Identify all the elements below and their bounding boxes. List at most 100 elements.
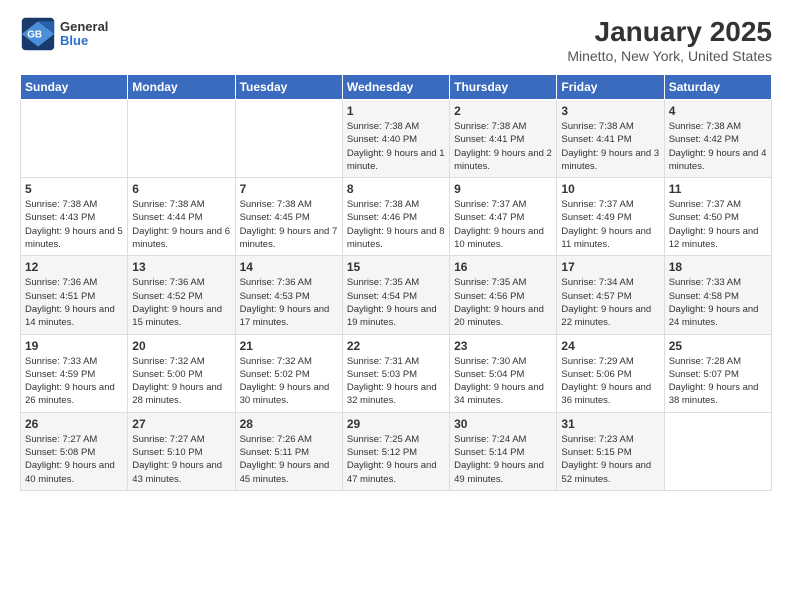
calendar-cell: 5 Sunrise: 7:38 AM Sunset: 4:43 PM Daylig… — [21, 178, 128, 256]
weekday-header: Friday — [557, 75, 664, 100]
calendar-week-row: 12 Sunrise: 7:36 AM Sunset: 4:51 PM Dayli… — [21, 256, 772, 334]
logo-text: General Blue — [60, 20, 108, 49]
calendar-cell — [128, 100, 235, 178]
day-number: 29 — [347, 417, 445, 431]
day-info: Sunrise: 7:31 AM Sunset: 5:03 PM Dayligh… — [347, 355, 445, 408]
calendar-cell: 8Sunrise: 7:38 AM Sunset: 4:46 PM Daylig… — [342, 178, 449, 256]
calendar-title: January 2025 — [567, 16, 772, 48]
day-number: 8 — [347, 182, 445, 196]
calendar-cell: 22 Sunrise: 7:31 AM Sunset: 5:03 PM Dayli… — [342, 334, 449, 412]
day-info: Sunrise: 7:38 AM Sunset: 4:41 PM Dayligh… — [561, 120, 659, 173]
day-info: Sunrise: 7:38 AM Sunset: 4:41 PM Dayligh… — [454, 120, 552, 173]
page: GB General Blue January 2025 Minetto, Ne… — [0, 0, 792, 612]
day-number: 31 — [561, 417, 659, 431]
title-block: January 2025 Minetto, New York, United S… — [567, 16, 772, 64]
calendar-cell: 11 Sunrise: 7:37 AM Sunset: 4:50 PM Dayli… — [664, 178, 771, 256]
weekday-header: Thursday — [450, 75, 557, 100]
calendar-cell: 30Sunrise: 7:24 AM Sunset: 5:14 PM Dayli… — [450, 412, 557, 490]
day-info: Sunrise: 7:38 AM Sunset: 4:42 PM Dayligh… — [669, 120, 767, 173]
weekday-header: Tuesday — [235, 75, 342, 100]
calendar-cell: 6 Sunrise: 7:38 AM Sunset: 4:44 PM Daylig… — [128, 178, 235, 256]
day-info: Sunrise: 7:34 AM Sunset: 4:57 PM Dayligh… — [561, 276, 659, 329]
day-info: Sunrise: 7:37 AM Sunset: 4:50 PM Dayligh… — [669, 198, 767, 251]
day-info: Sunrise: 7:37 AM Sunset: 4:47 PM Dayligh… — [454, 198, 552, 251]
calendar-cell: 14Sunrise: 7:36 AM Sunset: 4:53 PM Dayli… — [235, 256, 342, 334]
calendar-week-row: 1Sunrise: 7:38 AM Sunset: 4:40 PM Daylig… — [21, 100, 772, 178]
calendar-cell: 24Sunrise: 7:29 AM Sunset: 5:06 PM Dayli… — [557, 334, 664, 412]
calendar-cell: 26Sunrise: 7:27 AM Sunset: 5:08 PM Dayli… — [21, 412, 128, 490]
calendar-cell: 15Sunrise: 7:35 AM Sunset: 4:54 PM Dayli… — [342, 256, 449, 334]
day-info: Sunrise: 7:26 AM Sunset: 5:11 PM Dayligh… — [240, 433, 338, 486]
calendar-cell: 10 Sunrise: 7:37 AM Sunset: 4:49 PM Dayli… — [557, 178, 664, 256]
day-number: 11 — [669, 182, 767, 196]
weekday-header: Saturday — [664, 75, 771, 100]
day-info: Sunrise: 7:35 AM Sunset: 4:56 PM Dayligh… — [454, 276, 552, 329]
day-info: Sunrise: 7:30 AM Sunset: 5:04 PM Dayligh… — [454, 355, 552, 408]
calendar-cell: 29 Sunrise: 7:25 AM Sunset: 5:12 PM Dayli… — [342, 412, 449, 490]
day-info: Sunrise: 7:38 AM Sunset: 4:44 PM Dayligh… — [132, 198, 230, 251]
svg-text:GB: GB — [27, 30, 42, 41]
calendar-cell: 16 Sunrise: 7:35 AM Sunset: 4:56 PM Dayli… — [450, 256, 557, 334]
day-number: 6 — [132, 182, 230, 196]
day-info: Sunrise: 7:32 AM Sunset: 5:02 PM Dayligh… — [240, 355, 338, 408]
weekday-header: Sunday — [21, 75, 128, 100]
calendar-cell — [664, 412, 771, 490]
day-number: 3 — [561, 104, 659, 118]
calendar-cell: 23Sunrise: 7:30 AM Sunset: 5:04 PM Dayli… — [450, 334, 557, 412]
day-info: Sunrise: 7:38 AM Sunset: 4:45 PM Dayligh… — [240, 198, 338, 251]
header: GB General Blue January 2025 Minetto, Ne… — [20, 16, 772, 64]
calendar-cell: 1Sunrise: 7:38 AM Sunset: 4:40 PM Daylig… — [342, 100, 449, 178]
day-number: 22 — [347, 339, 445, 353]
day-info: Sunrise: 7:32 AM Sunset: 5:00 PM Dayligh… — [132, 355, 230, 408]
calendar-week-row: 5 Sunrise: 7:38 AM Sunset: 4:43 PM Daylig… — [21, 178, 772, 256]
day-info: Sunrise: 7:33 AM Sunset: 4:58 PM Dayligh… — [669, 276, 767, 329]
day-info: Sunrise: 7:23 AM Sunset: 5:15 PM Dayligh… — [561, 433, 659, 486]
day-info: Sunrise: 7:36 AM Sunset: 4:51 PM Dayligh… — [25, 276, 123, 329]
day-number: 7 — [240, 182, 338, 196]
calendar-cell: 21 Sunrise: 7:32 AM Sunset: 5:02 PM Dayli… — [235, 334, 342, 412]
calendar-cell: 17Sunrise: 7:34 AM Sunset: 4:57 PM Dayli… — [557, 256, 664, 334]
day-info: Sunrise: 7:29 AM Sunset: 5:06 PM Dayligh… — [561, 355, 659, 408]
day-info: Sunrise: 7:38 AM Sunset: 4:43 PM Dayligh… — [25, 198, 123, 251]
day-info: Sunrise: 7:33 AM Sunset: 4:59 PM Dayligh… — [25, 355, 123, 408]
calendar-cell: 25Sunrise: 7:28 AM Sunset: 5:07 PM Dayli… — [664, 334, 771, 412]
day-number: 28 — [240, 417, 338, 431]
day-number: 10 — [561, 182, 659, 196]
day-info: Sunrise: 7:25 AM Sunset: 5:12 PM Dayligh… — [347, 433, 445, 486]
day-number: 30 — [454, 417, 552, 431]
day-number: 27 — [132, 417, 230, 431]
weekday-row: SundayMondayTuesdayWednesdayThursdayFrid… — [21, 75, 772, 100]
day-number: 18 — [669, 260, 767, 274]
logo-blue: Blue — [60, 34, 108, 48]
calendar-cell: 31 Sunrise: 7:23 AM Sunset: 5:15 PM Dayli… — [557, 412, 664, 490]
weekday-header: Monday — [128, 75, 235, 100]
calendar-cell: 4 Sunrise: 7:38 AM Sunset: 4:42 PM Daylig… — [664, 100, 771, 178]
calendar-cell: 19Sunrise: 7:33 AM Sunset: 4:59 PM Dayli… — [21, 334, 128, 412]
logo: GB General Blue — [20, 16, 108, 52]
calendar-cell: 18 Sunrise: 7:33 AM Sunset: 4:58 PM Dayli… — [664, 256, 771, 334]
calendar-subtitle: Minetto, New York, United States — [567, 48, 772, 64]
day-number: 4 — [669, 104, 767, 118]
day-number: 15 — [347, 260, 445, 274]
day-info: Sunrise: 7:37 AM Sunset: 4:49 PM Dayligh… — [561, 198, 659, 251]
day-info: Sunrise: 7:28 AM Sunset: 5:07 PM Dayligh… — [669, 355, 767, 408]
day-number: 13 — [132, 260, 230, 274]
day-number: 5 — [25, 182, 123, 196]
day-number: 21 — [240, 339, 338, 353]
logo-general: General — [60, 20, 108, 34]
calendar-cell: 27 Sunrise: 7:27 AM Sunset: 5:10 PM Dayli… — [128, 412, 235, 490]
day-number: 16 — [454, 260, 552, 274]
day-number: 14 — [240, 260, 338, 274]
logo-icon: GB — [20, 16, 56, 52]
day-number: 12 — [25, 260, 123, 274]
day-info: Sunrise: 7:27 AM Sunset: 5:10 PM Dayligh… — [132, 433, 230, 486]
calendar-cell: 20Sunrise: 7:32 AM Sunset: 5:00 PM Dayli… — [128, 334, 235, 412]
calendar-cell — [21, 100, 128, 178]
calendar-week-row: 26Sunrise: 7:27 AM Sunset: 5:08 PM Dayli… — [21, 412, 772, 490]
calendar-cell: 3 Sunrise: 7:38 AM Sunset: 4:41 PM Daylig… — [557, 100, 664, 178]
day-number: 2 — [454, 104, 552, 118]
day-info: Sunrise: 7:38 AM Sunset: 4:40 PM Dayligh… — [347, 120, 445, 173]
weekday-header: Wednesday — [342, 75, 449, 100]
calendar-body: 1Sunrise: 7:38 AM Sunset: 4:40 PM Daylig… — [21, 100, 772, 491]
calendar-cell: 9Sunrise: 7:37 AM Sunset: 4:47 PM Daylig… — [450, 178, 557, 256]
